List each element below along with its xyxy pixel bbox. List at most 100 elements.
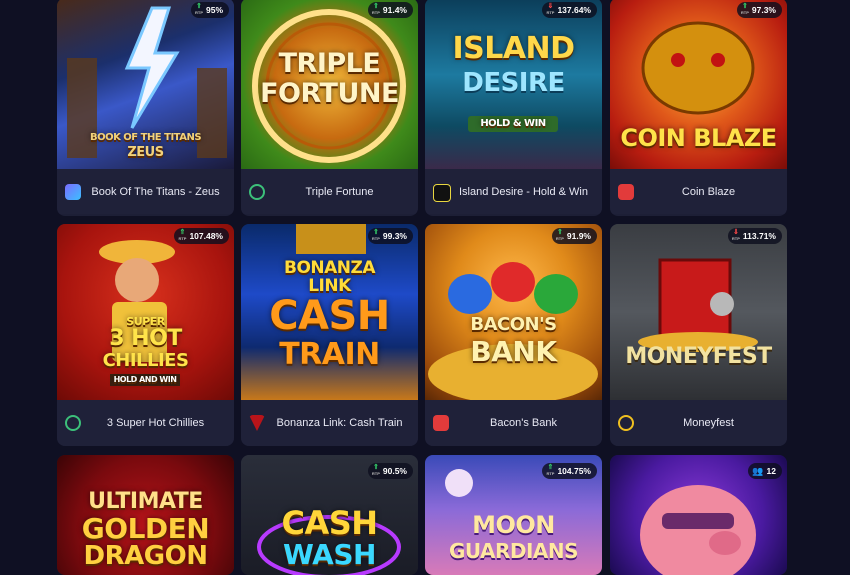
rtp-value: 104.75%: [557, 466, 591, 476]
game-title[interactable]: Bacon's Bank: [453, 400, 594, 446]
art-text: GOLDEN: [81, 512, 210, 545]
rtp-up-icon: ⇑ RTP: [371, 3, 380, 15]
rtp-up-icon: ⇑ RTP: [371, 229, 380, 241]
rtp-badge: ⇑ RTP 91.4%: [367, 2, 413, 18]
game-thumbnail[interactable]: ULTIMATE GOLDEN DRAGON: [57, 455, 234, 575]
game-card[interactable]: BOOK OF THE TITANS ZEUS ⇑ RTP 95% Book Of…: [57, 0, 234, 216]
game-footer[interactable]: Bacon's Bank: [425, 400, 602, 446]
rtp-value: 137.64%: [557, 5, 591, 15]
players-count: 12: [766, 466, 776, 476]
game-footer[interactable]: 3 Super Hot Chillies: [57, 400, 234, 446]
game-thumbnail[interactable]: BACON'S BANK: [425, 224, 602, 400]
art-text: WASH: [283, 538, 376, 571]
art-text: MONEYFEST: [625, 344, 772, 369]
game-card[interactable]: BONANZA LINK CASH TRAIN ⇑ RTP 99.3% Bonan…: [241, 224, 418, 446]
rtp-badge: ⇑ RTP 95%: [190, 2, 229, 18]
rtp-badge: ⇑ RTP 97.3%: [736, 2, 782, 18]
art-text: BACON'S: [470, 314, 557, 335]
art-text: BOOK OF THE TITANS: [89, 132, 202, 143]
game-card[interactable]: TRIPLE FORTUNE ⇑ RTP 91.4% Triple Fortune: [241, 0, 418, 216]
game-title[interactable]: Moneyfest: [638, 400, 779, 446]
game-title[interactable]: 3 Super Hot Chillies: [85, 400, 226, 446]
rtp-down-icon: ⇓ RTP: [546, 3, 555, 15]
game-title[interactable]: Coin Blaze: [638, 169, 779, 214]
provider-icon: [618, 184, 634, 200]
game-card[interactable]: CASH WASH ⇑ RTP 90.5%: [241, 455, 418, 575]
rtp-up-icon: ⇑ RTP: [740, 3, 749, 15]
art-text: MOON: [472, 511, 555, 539]
game-title[interactable]: Island Desire - Hold & Win: [453, 169, 594, 214]
game-thumbnail[interactable]: COIN BLAZE: [610, 0, 787, 169]
art-text: HOLD AND WIN: [110, 374, 180, 386]
game-card[interactable]: COIN BLAZE ⇑ RTP 97.3% Coin Blaze: [610, 0, 787, 216]
art-text: CASH: [269, 293, 390, 339]
game-thumbnail[interactable]: BOOK OF THE TITANS ZEUS: [57, 0, 234, 169]
game-title[interactable]: Triple Fortune: [269, 169, 410, 214]
rtp-badge: ⇑ RTP 91.9%: [551, 228, 597, 244]
provider-icon: [433, 415, 449, 431]
provider-icon: [65, 184, 81, 200]
game-footer[interactable]: Triple Fortune: [241, 169, 418, 214]
game-footer[interactable]: Bonanza Link: Cash Train: [241, 400, 418, 446]
art-text: TRIPLE: [278, 48, 381, 79]
game-card[interactable]: BACON'S BANK ⇑ RTP 91.9% Bacon's Bank: [425, 224, 602, 446]
art-text: ISLAND: [452, 31, 575, 66]
game-title[interactable]: Bonanza Link: Cash Train: [269, 400, 410, 446]
art-text: DESIRE: [462, 68, 565, 98]
provider-icon: [65, 415, 81, 431]
art-text: ZEUS: [127, 145, 164, 160]
game-card[interactable]: SUPER 3 HOT CHILLIES HOLD AND WIN ⇑ RTP 1…: [57, 224, 234, 446]
game-card[interactable]: MONEYFEST ⇓ RTP 113.71% Moneyfest: [610, 224, 787, 446]
rtp-value: 99.3%: [382, 231, 407, 241]
provider-icon: [249, 184, 265, 200]
rtp-value: 113.71%: [742, 231, 776, 241]
rtp-value: 90.5%: [382, 466, 407, 476]
game-thumbnail[interactable]: BONANZA LINK CASH TRAIN: [241, 224, 418, 400]
players-badge: 👥 12: [748, 463, 782, 479]
players-icon: 👥: [752, 465, 764, 476]
game-card[interactable]: ISLAND DESIRE HOLD & WIN ⇓ RTP 137.64% Is…: [425, 0, 602, 216]
art-text: COIN BLAZE: [620, 124, 777, 152]
rtp-badge: ⇑ RTP 104.75%: [542, 463, 597, 479]
rtp-value: 91.9%: [566, 231, 591, 241]
game-thumbnail[interactable]: ISLAND DESIRE HOLD & WIN: [425, 0, 602, 169]
game-card[interactable]: 👥 12: [610, 455, 787, 575]
game-title[interactable]: Book Of The Titans - Zeus: [85, 169, 226, 214]
art-text: HOLD & WIN: [468, 116, 558, 132]
art-text: DRAGON: [83, 541, 208, 571]
game-footer[interactable]: Book Of The Titans - Zeus: [57, 169, 234, 214]
game-thumbnail[interactable]: MONEYFEST: [610, 224, 787, 400]
provider-icon: [433, 184, 451, 202]
art-text: CHILLIES: [102, 350, 189, 371]
rtp-value: 95%: [205, 5, 223, 15]
rtp-badge: ⇑ RTP 90.5%: [367, 463, 413, 479]
game-card[interactable]: MOON GUARDIANS ⇑ RTP 104.75%: [425, 455, 602, 575]
art-text: ULTIMATE: [88, 489, 203, 514]
rtp-badge: ⇓ RTP 113.71%: [727, 228, 782, 244]
provider-icon: [249, 415, 265, 431]
provider-icon: [618, 415, 634, 431]
rtp-down-icon: ⇓ RTP: [731, 229, 740, 241]
rtp-up-icon: ⇑ RTP: [546, 464, 555, 476]
rtp-badge: ⇑ RTP 107.48%: [174, 228, 229, 244]
game-card[interactable]: ULTIMATE GOLDEN DRAGON: [57, 455, 234, 575]
game-thumbnail[interactable]: SUPER 3 HOT CHILLIES HOLD AND WIN: [57, 224, 234, 400]
rtp-badge: ⇓ RTP 137.64%: [542, 2, 597, 18]
art-text: BANK: [470, 335, 557, 368]
art-text: CASH: [281, 504, 378, 542]
game-footer[interactable]: Island Desire - Hold & Win: [425, 169, 602, 214]
rtp-value: 91.4%: [382, 5, 407, 15]
rtp-value: 97.3%: [751, 5, 776, 15]
art-text: BONANZA: [283, 258, 376, 278]
art-text: GUARDIANS: [448, 539, 579, 563]
game-footer[interactable]: Coin Blaze: [610, 169, 787, 214]
rtp-up-icon: ⇑ RTP: [555, 229, 564, 241]
rtp-badge: ⇑ RTP 99.3%: [367, 228, 413, 244]
rtp-up-icon: ⇑ RTP: [178, 229, 187, 241]
game-footer[interactable]: Moneyfest: [610, 400, 787, 446]
rtp-up-icon: ⇑ RTP: [194, 3, 203, 15]
art-text: FORTUNE: [260, 78, 399, 109]
rtp-up-icon: ⇑ RTP: [371, 464, 380, 476]
game-thumbnail[interactable]: TRIPLE FORTUNE: [241, 0, 418, 169]
art-text: 3 HOT: [109, 326, 182, 351]
